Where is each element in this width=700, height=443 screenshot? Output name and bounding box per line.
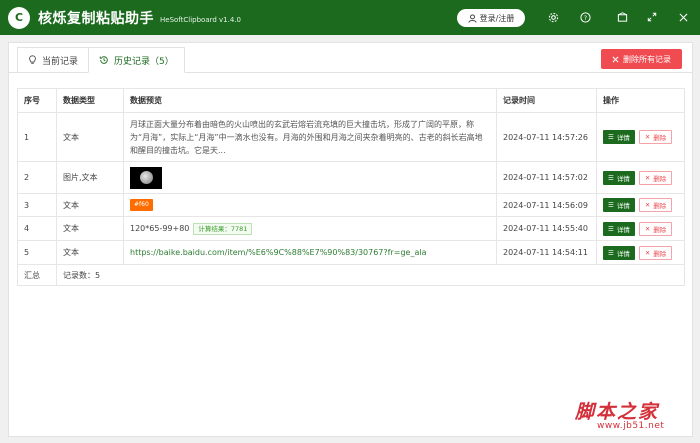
table-row: 2 图片,文本 2024-07-11 14:57:02 ☰ 详情 ✕ 删除 xyxy=(17,161,685,194)
row-type: 文本 xyxy=(56,216,124,241)
x-icon: ✕ xyxy=(644,248,651,257)
x-icon xyxy=(612,56,619,62)
row-actions: ☰ 详情 ✕ 删除 xyxy=(596,193,685,217)
row-index: 4 xyxy=(17,216,57,241)
row-actions: ☰ 详情 ✕ 删除 xyxy=(596,240,685,265)
help-icon[interactable]: ? xyxy=(577,9,593,25)
detail-button[interactable]: ☰ 详情 xyxy=(603,130,635,144)
x-icon: ✕ xyxy=(644,201,651,209)
history-icon xyxy=(99,56,108,64)
maximize-icon[interactable] xyxy=(644,9,660,25)
title-bar: C 核烁复制粘贴助手 HeSoftClipboard v1.4.0 登录/注册 … xyxy=(0,0,700,35)
col-header-actions: 操作 xyxy=(596,88,685,113)
x-icon: ✕ xyxy=(644,133,651,141)
row-index: 3 xyxy=(17,193,57,217)
user-icon xyxy=(468,13,477,23)
table-row: 3 文本 #f60 2024-07-11 14:56:09 ☰ 详情 ✕ 删除 xyxy=(17,193,685,217)
row-preview: 120*65-99+80 计算结果：7781 xyxy=(123,216,497,241)
tab-current-record[interactable]: 当前记录 xyxy=(17,47,90,73)
summary-count: 记录数：5 xyxy=(56,264,685,286)
app-title: 核烁复制粘贴助手 xyxy=(38,10,154,27)
row-type: 文本 xyxy=(56,193,124,217)
list-icon: ☰ xyxy=(608,248,614,257)
row-index: 1 xyxy=(17,112,57,162)
mini-mode-icon[interactable] xyxy=(614,9,630,25)
login-button[interactable]: 登录/注册 xyxy=(457,9,525,27)
table-row: 4 文本 120*65-99+80 计算结果：7781 2024-07-11 14… xyxy=(17,216,685,241)
list-icon: ☰ xyxy=(608,173,614,182)
detail-button[interactable]: ☰ 详情 xyxy=(603,198,635,212)
settings-icon[interactable] xyxy=(545,9,561,25)
row-time: 2024-07-11 14:57:02 xyxy=(496,161,597,194)
moon-image-thumbnail[interactable] xyxy=(130,166,162,189)
tab-history-label: 历史记录（5） xyxy=(114,56,174,67)
color-preview-chip: #f60 xyxy=(130,199,153,211)
history-table: 序号 数据类型 数据预览 记录时间 操作 1 文本 月球正面大量分布着由暗色的火… xyxy=(17,88,685,286)
delete-button[interactable]: ✕ 删除 xyxy=(638,130,673,144)
list-icon: ☰ xyxy=(608,224,614,233)
preview-text: 120*65-99+80 xyxy=(130,223,190,233)
row-time: 2024-07-11 14:57:26 xyxy=(496,112,597,162)
summary-label: 汇总 xyxy=(17,264,57,286)
x-icon: ✕ xyxy=(644,173,651,182)
summary-row: 汇总 记录数：5 xyxy=(17,264,685,286)
col-header-index: 序号 xyxy=(17,88,57,113)
row-preview: #f60 xyxy=(123,193,497,217)
delete-button[interactable]: ✕ 删除 xyxy=(638,198,673,212)
list-icon: ☰ xyxy=(608,201,614,209)
table-header-row: 序号 数据类型 数据预览 记录时间 操作 xyxy=(17,88,685,113)
delete-button[interactable]: ✕ 删除 xyxy=(638,221,673,236)
app-version: HeSoftClipboard v1.4.0 xyxy=(160,16,241,24)
svg-text:?: ? xyxy=(583,13,586,21)
watermark-logo: 脚本之家 xyxy=(575,401,660,423)
row-type: 文本 xyxy=(56,112,124,162)
tab-history[interactable]: 历史记录（5） xyxy=(88,47,185,73)
preview-link[interactable]: https://baike.baidu.com/item/%E6%9C%88%E… xyxy=(130,248,426,257)
row-preview: 月球正面大量分布着由暗色的火山喷出的玄武岩熔岩流充填的巨大撞击坑，形成了广阔的平… xyxy=(123,112,497,162)
col-header-type: 数据类型 xyxy=(56,88,124,113)
row-index: 2 xyxy=(17,161,57,194)
app-logo: C xyxy=(8,6,30,29)
moon-image xyxy=(139,171,153,184)
table-row: 1 文本 月球正面大量分布着由暗色的火山喷出的玄武岩熔岩流充填的巨大撞击坑，形成… xyxy=(17,112,685,162)
delete-button[interactable]: ✕ 删除 xyxy=(638,170,673,185)
close-icon[interactable] xyxy=(675,9,691,25)
tab-bar: 当前记录 历史记录（5） xyxy=(17,47,185,73)
table-row: 5 文本 https://baike.baidu.com/item/%E6%9C… xyxy=(17,240,685,265)
row-index: 5 xyxy=(17,240,57,265)
detail-button[interactable]: ☰ 详情 xyxy=(603,221,635,236)
row-type: 文本 xyxy=(56,240,124,265)
row-time: 2024-07-11 14:54:11 xyxy=(496,240,597,265)
row-actions: ☰ 详情 ✕ 删除 xyxy=(596,161,685,194)
calc-result-tag: 计算结果：7781 xyxy=(193,222,253,235)
x-icon: ✕ xyxy=(644,224,651,233)
tab-current-label: 当前记录 xyxy=(42,56,79,67)
col-header-preview: 数据预览 xyxy=(123,88,497,113)
row-actions: ☰ 详情 ✕ 删除 xyxy=(596,216,685,241)
watermark-url: www.jb51.net xyxy=(597,421,665,431)
row-preview: https://baike.baidu.com/item/%E6%9C%88%E… xyxy=(123,240,497,265)
delete-button[interactable]: ✕ 删除 xyxy=(638,245,673,260)
row-type: 图片,文本 xyxy=(56,161,124,194)
detail-button[interactable]: ☰ 详情 xyxy=(603,245,635,260)
row-time: 2024-07-11 14:56:09 xyxy=(496,193,597,217)
login-label: 登录/注册 xyxy=(479,13,515,23)
main-panel: 当前记录 历史记录（5） 删除所有记录 序号 数据类型 数据预览 记录时间 操作… xyxy=(8,42,693,437)
lightbulb-icon xyxy=(29,55,36,64)
delete-all-button[interactable]: 删除所有记录 xyxy=(601,49,682,69)
row-actions: ☰ 详情 ✕ 删除 xyxy=(596,112,685,162)
list-icon: ☰ xyxy=(608,133,614,141)
detail-button[interactable]: ☰ 详情 xyxy=(603,170,635,185)
col-header-time: 记录时间 xyxy=(496,88,597,113)
preview-text: 月球正面大量分布着由暗色的火山喷出的玄武岩熔岩流充填的巨大撞击坑，形成了广阔的平… xyxy=(130,119,483,155)
site-watermark: 脚本之家 www.jb51.net xyxy=(575,397,695,439)
row-time: 2024-07-11 14:55:40 xyxy=(496,216,597,241)
delete-all-label: 删除所有记录 xyxy=(623,54,671,64)
row-preview xyxy=(123,161,497,194)
